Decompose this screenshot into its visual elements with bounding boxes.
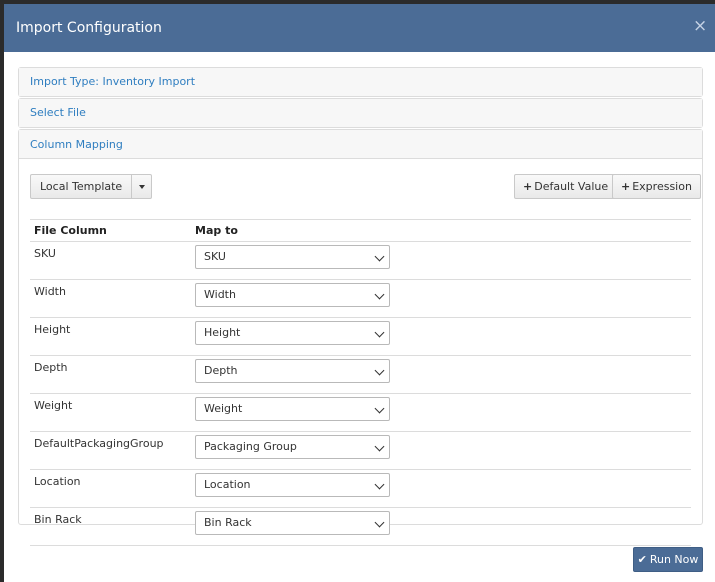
- file-column-cell: Location: [30, 469, 191, 508]
- map-to-select[interactable]: Bin Rack: [195, 511, 390, 535]
- modal-title: Import Configuration: [16, 20, 162, 36]
- panel-heading-import-type[interactable]: Import Type: Inventory Import: [19, 68, 702, 96]
- local-template-button[interactable]: Local Template: [30, 174, 133, 199]
- chevron-down-icon: [374, 327, 385, 338]
- map-to-select[interactable]: Packaging Group: [195, 435, 390, 459]
- panel-import-type: Import Type: Inventory Import: [18, 67, 703, 97]
- expression-button[interactable]: + Expression: [612, 174, 701, 199]
- map-to-value: Depth: [204, 364, 238, 377]
- default-value-button[interactable]: + Default Value: [514, 174, 618, 199]
- run-now-label: Run Now: [649, 553, 699, 566]
- map-to-select[interactable]: Height: [195, 321, 390, 345]
- table-header-row: File Column Map to: [30, 219, 691, 242]
- modal-body: Import Type: Inventory Import Select Fil…: [18, 67, 703, 546]
- map-to-select[interactable]: Location: [195, 473, 390, 497]
- table-row: Height Height: [30, 317, 691, 356]
- chevron-down-icon: [374, 251, 385, 262]
- map-to-value: Weight: [204, 402, 243, 415]
- caret-down-icon: [139, 185, 146, 189]
- close-icon[interactable]: ×: [693, 18, 707, 35]
- map-to-select[interactable]: Width: [195, 283, 390, 307]
- table-row: Bin Rack Bin Rack: [30, 507, 691, 546]
- map-to-value: Width: [204, 288, 236, 301]
- map-to-value: Location: [204, 478, 251, 491]
- default-value-label: Default Value: [534, 180, 609, 193]
- chevron-down-icon: [374, 365, 385, 376]
- chevron-down-icon: [374, 517, 385, 528]
- check-icon: ✔: [637, 553, 647, 566]
- plus-icon: +: [621, 180, 631, 193]
- map-to-value: Height: [204, 326, 241, 339]
- chevron-down-icon: [374, 289, 385, 300]
- file-column-cell: Weight: [30, 393, 191, 432]
- map-to-select[interactable]: Depth: [195, 359, 390, 383]
- template-button-group: Local Template: [30, 174, 153, 199]
- header-map-to: Map to: [191, 219, 691, 242]
- import-configuration-modal: Import Configuration × Import Type: Inve…: [4, 4, 715, 582]
- panel-heading-select-file[interactable]: Select File: [19, 99, 702, 127]
- map-to-select[interactable]: Weight: [195, 397, 390, 421]
- template-dropdown-toggle[interactable]: [132, 174, 153, 199]
- column-mapping-table: File Column Map to SKU SKU Width Width H…: [30, 219, 691, 546]
- file-column-cell: Height: [30, 317, 191, 356]
- expression-label: Expression: [632, 180, 692, 193]
- file-column-cell: SKU: [30, 241, 191, 280]
- map-to-value: Packaging Group: [204, 440, 297, 453]
- panel-heading-column-mapping[interactable]: Column Mapping: [19, 130, 702, 159]
- plus-icon: +: [523, 180, 533, 193]
- file-column-cell: DefaultPackagingGroup: [30, 431, 191, 470]
- table-row: Weight Weight: [30, 393, 691, 432]
- file-column-cell: Depth: [30, 355, 191, 394]
- chevron-down-icon: [374, 441, 385, 452]
- table-row: SKU SKU: [30, 241, 691, 280]
- table-row: DefaultPackagingGroup Packaging Group: [30, 431, 691, 470]
- header-file-column: File Column: [30, 219, 191, 242]
- run-now-button[interactable]: ✔ Run Now: [633, 547, 703, 572]
- map-to-value: Bin Rack: [204, 516, 252, 529]
- map-to-value: SKU: [204, 250, 226, 263]
- file-column-cell: Bin Rack: [30, 507, 191, 546]
- chevron-down-icon: [374, 479, 385, 490]
- chevron-down-icon: [374, 403, 385, 414]
- table-row: Location Location: [30, 469, 691, 508]
- panel-select-file: Select File: [18, 98, 703, 128]
- table-row: Width Width: [30, 279, 691, 318]
- table-row: Depth Depth: [30, 355, 691, 394]
- map-to-select[interactable]: SKU: [195, 245, 390, 269]
- file-column-cell: Width: [30, 279, 191, 318]
- modal-header: Import Configuration ×: [4, 4, 715, 52]
- panel-column-mapping: Column Mapping Local Template + Default V…: [18, 129, 703, 546]
